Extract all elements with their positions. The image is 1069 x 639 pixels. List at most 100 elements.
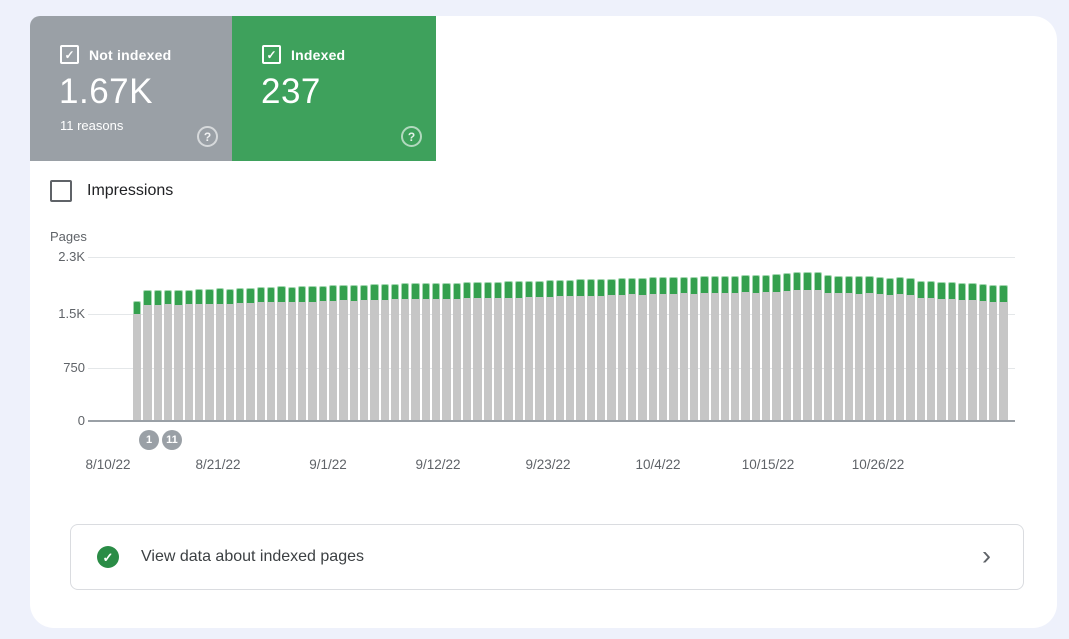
indexed-segment — [515, 281, 523, 297]
indexed-segment — [226, 289, 234, 304]
not-indexed-segment — [370, 300, 378, 421]
chart-bar — [979, 257, 987, 421]
not-indexed-count: 1.67K — [59, 72, 153, 112]
not-indexed-segment — [484, 298, 492, 421]
not-indexed-segment — [329, 301, 337, 421]
indexed-segment — [917, 281, 925, 298]
chart-bar — [298, 257, 306, 421]
indexed-segment — [391, 284, 399, 300]
not-indexed-segment — [690, 294, 698, 421]
indexed-segment — [432, 283, 440, 299]
chart-bar — [834, 257, 842, 421]
indexed-segment — [360, 285, 368, 301]
page: ✓ Not indexed 1.67K 11 reasons ? ✓ Index… — [0, 0, 1069, 639]
not-indexed-segment — [195, 304, 203, 421]
not-indexed-segment — [638, 295, 646, 421]
not-indexed-header: ✓ Not indexed — [60, 45, 171, 64]
not-indexed-segment — [793, 290, 801, 421]
not-indexed-segment — [432, 299, 440, 421]
impressions-toggle[interactable]: Impressions — [50, 180, 173, 202]
chart-bar — [772, 257, 780, 421]
indexed-segment — [566, 280, 574, 296]
not-indexed-segment — [411, 299, 419, 421]
x-tick-label: 10/26/22 — [852, 457, 905, 472]
indexed-segment — [979, 284, 987, 301]
chart-bar — [133, 257, 141, 421]
not-indexed-segment — [277, 302, 285, 421]
indexed-tile[interactable]: ✓ Indexed 237 ? — [232, 16, 436, 161]
indexed-segment — [339, 285, 347, 301]
not-indexed-segment — [473, 298, 481, 421]
not-indexed-segment — [834, 293, 842, 421]
not-indexed-segment — [968, 300, 976, 421]
view-data-link[interactable]: ✓ View data about indexed pages › — [70, 524, 1024, 590]
not-indexed-segment — [711, 293, 719, 421]
indexed-segment — [350, 285, 358, 300]
chart-bar — [154, 257, 162, 421]
indexed-segment — [174, 290, 182, 305]
indexed-segment — [587, 279, 595, 296]
chart-bar — [855, 257, 863, 421]
indexed-segment — [319, 286, 327, 301]
indexed-segment — [865, 276, 873, 293]
chart-bar — [350, 257, 358, 421]
not-indexed-segment — [927, 298, 935, 421]
not-indexed-segment — [556, 296, 564, 421]
help-icon[interactable]: ? — [401, 126, 422, 147]
chevron-right-icon[interactable]: › — [982, 542, 991, 569]
chart-bar — [164, 257, 172, 421]
not-indexed-segment — [298, 302, 306, 422]
chart-bar — [308, 257, 316, 421]
not-indexed-segment — [308, 302, 316, 421]
not-indexed-segment — [546, 297, 554, 421]
chart-bar — [226, 257, 234, 421]
annotation-badge[interactable]: 11 — [162, 430, 182, 450]
indexed-segment — [453, 283, 461, 299]
not-indexed-segment — [845, 293, 853, 421]
chart-bar — [659, 257, 667, 421]
not-indexed-segment — [597, 296, 605, 421]
indexed-header: ✓ Indexed — [262, 45, 345, 64]
chart-bar — [824, 257, 832, 421]
indexed-segment — [793, 272, 801, 290]
not-indexed-tile[interactable]: ✓ Not indexed 1.67K 11 reasons ? — [30, 16, 232, 161]
not-indexed-checkbox[interactable]: ✓ — [60, 45, 79, 64]
chart-bar — [535, 257, 543, 421]
not-indexed-segment — [525, 297, 533, 421]
indexed-segment — [298, 286, 306, 301]
help-icon[interactable]: ? — [197, 126, 218, 147]
indexed-checkbox[interactable]: ✓ — [262, 45, 281, 64]
not-indexed-segment — [824, 293, 832, 421]
chart-bar — [927, 257, 935, 421]
chart-bar — [473, 257, 481, 421]
x-tick-label: 9/23/22 — [525, 457, 570, 472]
check-circle-icon: ✓ — [97, 546, 119, 568]
not-indexed-segment — [979, 301, 987, 421]
not-indexed-segment — [174, 305, 182, 421]
indexed-segment — [906, 278, 914, 295]
annotation-badge[interactable]: 1 — [139, 430, 159, 450]
indexed-label: Indexed — [291, 47, 345, 63]
y-tick-label: 750 — [38, 360, 85, 375]
not-indexed-segment — [772, 292, 780, 421]
indexed-count: 237 — [261, 72, 321, 112]
x-tick-label: 9/1/22 — [309, 457, 347, 472]
indexed-segment — [288, 287, 296, 302]
not-indexed-segment — [731, 293, 739, 421]
indexed-segment — [989, 285, 997, 302]
y-tick-label: 2.3K — [38, 249, 85, 264]
indexed-segment — [597, 279, 605, 295]
indexed-segment — [618, 278, 626, 295]
not-indexed-segment — [618, 295, 626, 421]
view-data-label: View data about indexed pages — [141, 548, 364, 566]
impressions-checkbox[interactable] — [50, 180, 72, 202]
not-indexed-segment — [288, 302, 296, 421]
chart-bar — [711, 257, 719, 421]
stacked-bar-chart — [133, 257, 1007, 421]
indexed-segment — [948, 282, 956, 299]
not-indexed-segment — [246, 303, 254, 421]
not-indexed-segment — [442, 299, 450, 422]
indexed-segment — [886, 278, 894, 295]
not-indexed-segment — [587, 296, 595, 421]
chart-bar — [700, 257, 708, 421]
